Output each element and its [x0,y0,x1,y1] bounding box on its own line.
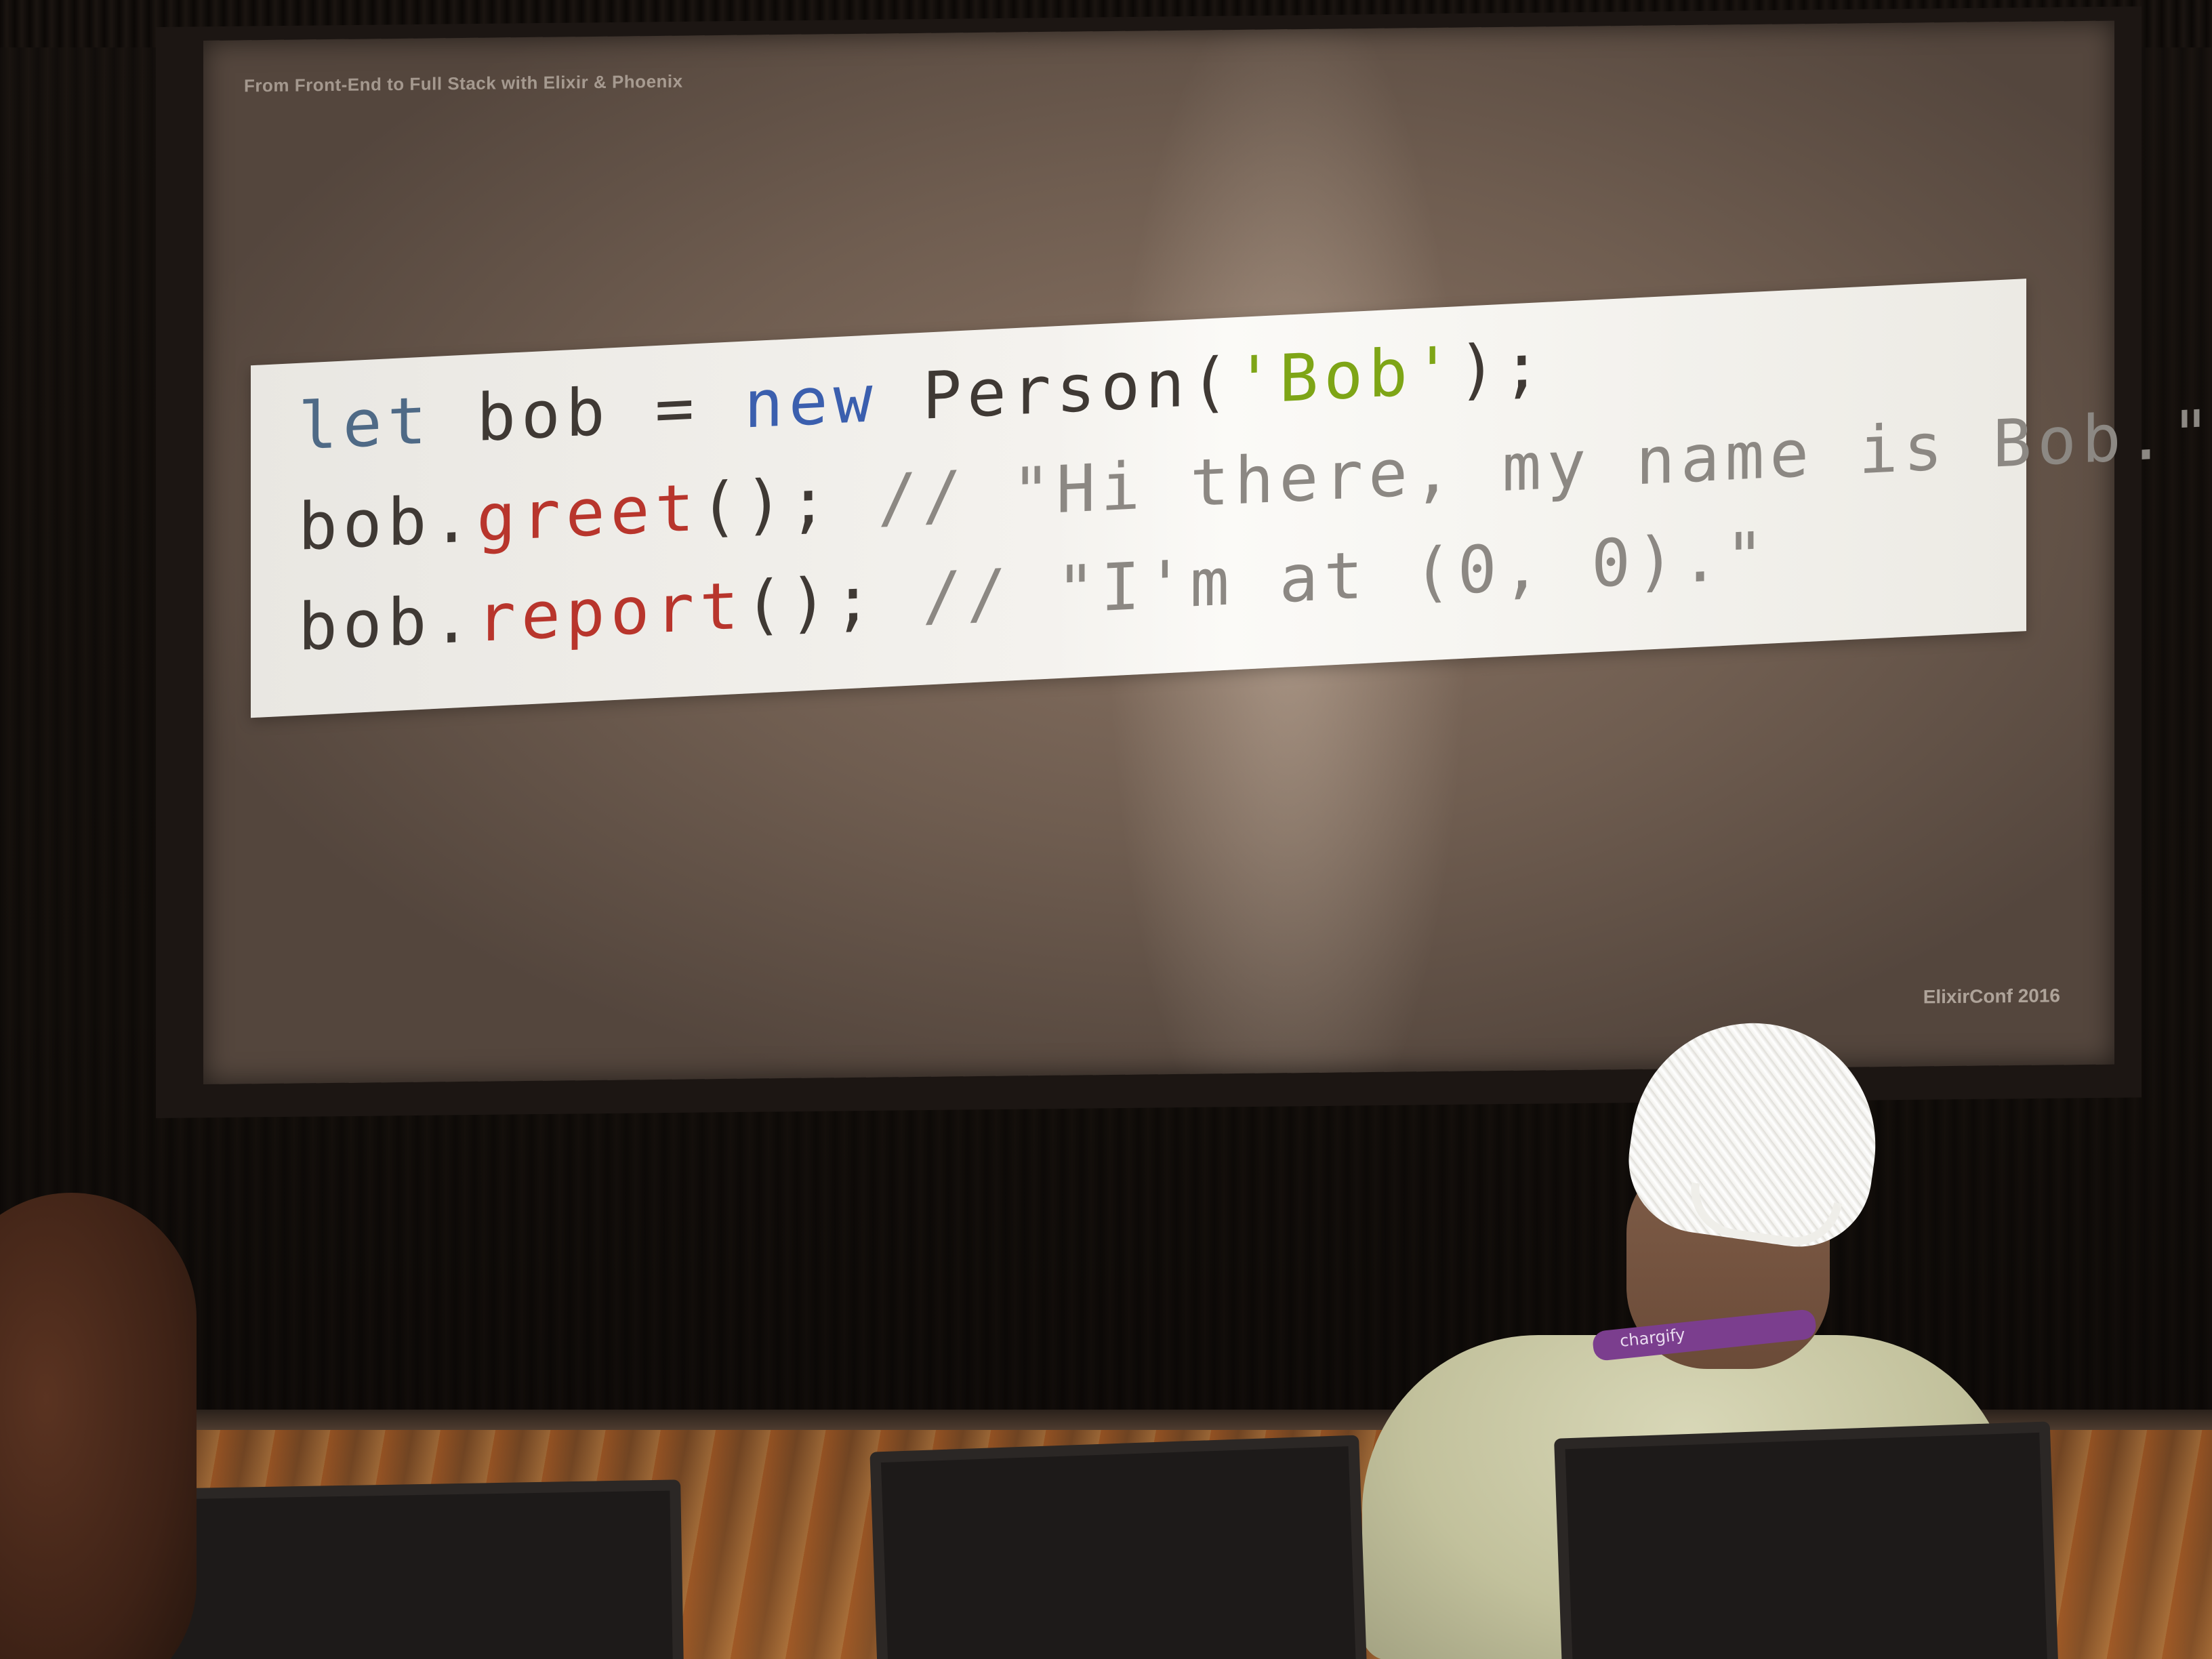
conference-room-scene: From Front-End to Full Stack with Elixir… [0,0,2212,1659]
code-text: ); [1457,327,1547,409]
code-text: bob. [298,480,477,565]
chair-back [1554,1421,2060,1659]
code-method-greet: greet [476,469,700,556]
code-keyword-new: new [743,361,878,443]
lanyard-text: chargify [1618,1325,1686,1351]
slide-footer: ElixirConf 2016 [1923,985,2060,1008]
chair-back [157,1479,684,1659]
slide-header: From Front-End to Full Stack with Elixir… [244,70,683,96]
foreground-head [0,1193,197,1659]
projection-screen: From Front-End to Full Stack with Elixir… [203,20,2212,1085]
code-keyword-let: let [298,382,432,465]
code-text: bob. [298,580,477,665]
code-comment: // "I'm at (0, 0)." [922,517,1770,635]
code-text: (); [699,461,878,546]
code-method-report: report [476,567,744,657]
code-block: let bob = new Person('Bob'); bob.greet()… [251,279,2212,718]
code-string: 'Bob' [1234,332,1458,419]
code-text: (); [743,558,923,644]
code-text: bob = [432,367,744,459]
code-text: Person( [878,343,1235,437]
chair-back [869,1435,1368,1659]
